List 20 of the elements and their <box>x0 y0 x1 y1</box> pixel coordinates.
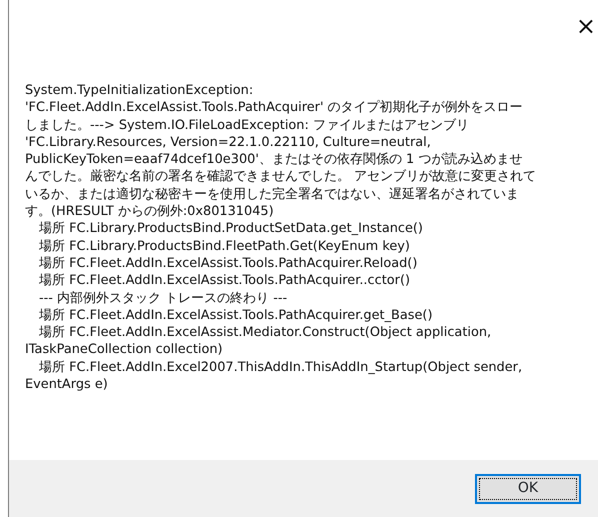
error-message-line: 場所 FC.Library.ProductsBind.ProductSetData.get_Instance() <box>38 220 423 238</box>
error-message-line: 場所 FC.Fleet.AddIn.ExcelAssist.Mediator.Construct(Object application, <box>38 324 492 342</box>
close-button[interactable]: × <box>572 14 598 38</box>
error-message-line: 'FC.Library.Resources, Version=22.1.0.22110, Culture=neutral, <box>25 134 431 152</box>
error-message-line: PublicKeyToken=eaaf74dcef10e300'、またはその依存関係の 1 つが読み込めませ <box>25 151 522 168</box>
ok-button[interactable]: OK <box>475 474 581 504</box>
error-message-line: EventArgs e) <box>25 376 108 394</box>
error-message-line: 場所 FC.Fleet.AddIn.ExcelAssist.Tools.PathAcquirer.Reload() <box>38 254 418 272</box>
error-message-line: んでした。厳密な名前の署名を確認できませんでした。 アセンブリが故意に変更されて <box>25 168 536 186</box>
error-message-line: --- 内部例外スタック トレースの終わり --- <box>38 290 288 307</box>
error-message-line: しました。---> System.IO.FileLoadException: ファイルまたはアセンブリ <box>25 116 469 134</box>
error-message-line: 場所 FC.Fleet.AddIn.ExcelAssist.Tools.PathAcquirer.get_Base() <box>38 306 432 324</box>
error-message-line: 場所 FC.Fleet.AddIn.Excel2007.ThisAddIn.ThisAddIn_Startup(Object sender, <box>38 358 522 376</box>
error-message-line: System.TypeInitializationException: <box>25 82 254 100</box>
error-message-line: す。(HRESULT からの例外:0x80131045) <box>25 203 274 220</box>
error-message-line: 場所 FC.Fleet.AddIn.ExcelAssist.Tools.PathAcquirer..cctor() <box>38 272 410 290</box>
error-message-line: 'FC.Fleet.AddIn.ExcelAssist.Tools.PathAcquirer' のタイプ初期化子が例外をスロー <box>25 99 523 117</box>
error-message-line: いるか、または適切な秘密キーを使用した完全署名ではない、遅延署名がされていま <box>25 186 519 204</box>
error-message-line: ITaskPaneCollection collection) <box>25 341 223 359</box>
error-message-line: 場所 FC.Library.ProductsBind.FleetPath.Get(KeyEnum key) <box>38 238 410 255</box>
